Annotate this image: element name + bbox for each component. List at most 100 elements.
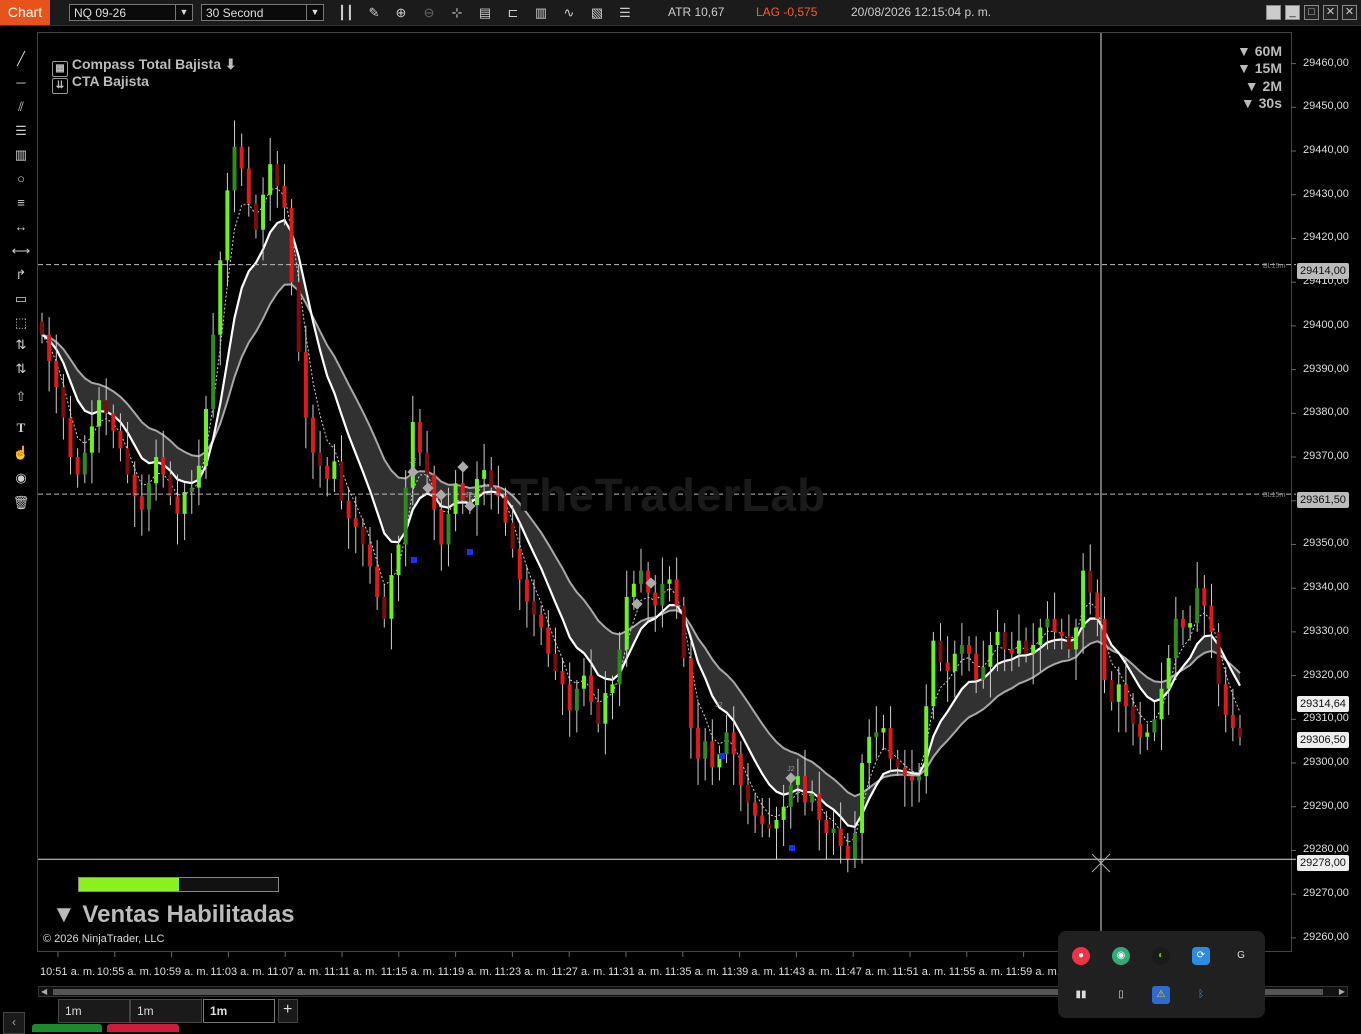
candle-body [253, 203, 258, 230]
y-tick-label: 29460,00 [1303, 56, 1349, 69]
diamond-marker [457, 461, 469, 473]
candle-body [1045, 618, 1050, 628]
sell-button[interactable] [107, 1024, 179, 1032]
candle-body [610, 684, 615, 694]
watermark: TheTraderLab [510, 469, 827, 521]
candle-body [496, 487, 501, 497]
indicator-name: Compass Total Bajista ⬇ [71, 56, 237, 72]
x-tick-label: 10:59 a. m. [153, 966, 209, 978]
candle-body [852, 832, 857, 860]
candle-body [154, 457, 159, 484]
usb-drive-icon[interactable]: ▯ [1112, 986, 1130, 1004]
candle-body [560, 671, 565, 685]
candle-body [1202, 588, 1207, 606]
candle-body [838, 828, 843, 847]
x-tick-label: 11:23 a. m. [494, 966, 549, 978]
candle-body [1216, 631, 1221, 685]
x-tick-label: 11:03 a. m. [210, 966, 265, 978]
candle-body [303, 352, 308, 418]
candle-body [810, 793, 815, 803]
scroll-left-icon[interactable]: ◀ [41, 987, 47, 996]
app-icon-red[interactable]: ● [1072, 947, 1090, 965]
candle-body [417, 422, 422, 453]
collapse-panel-icon[interactable]: ‹ [3, 1012, 25, 1034]
candle-body [1081, 570, 1086, 628]
audio-icon[interactable]: ▮▮ [1072, 986, 1090, 1004]
timeframe-15m: ▼ 15M [1237, 60, 1282, 76]
candle-body [1238, 728, 1242, 737]
bl-tag-upper: BL15m [1263, 263, 1286, 270]
candle-body [289, 207, 294, 283]
tab-1m-active[interactable]: 1m [203, 999, 275, 1023]
candle-body [881, 728, 886, 733]
scroll-right-icon[interactable]: ▶ [1339, 987, 1345, 996]
candle-body [446, 513, 451, 545]
slow-ma-line [41, 283, 1241, 798]
candle-body [439, 509, 444, 545]
chrome-icon[interactable]: ◉ [1112, 947, 1130, 965]
candle-body [845, 846, 850, 860]
y-tick-label: 29270,00 [1303, 887, 1349, 900]
logitech-icon[interactable]: G [1232, 947, 1250, 965]
candle-body [639, 570, 643, 584]
bluetooth-icon[interactable]: ᛒ [1192, 986, 1210, 1004]
candle-body [346, 500, 351, 519]
x-tick-label: 11:59 a. m. [1005, 966, 1060, 978]
candle-body [403, 487, 408, 545]
candle-body [40, 321, 44, 335]
candle-body [660, 583, 665, 606]
candle-body [788, 784, 793, 807]
candle-body [952, 653, 957, 672]
candle-body [731, 732, 736, 755]
candle-body [874, 732, 879, 737]
candle-body [1073, 627, 1078, 650]
candle-body [1016, 640, 1021, 654]
candle-body [1173, 618, 1178, 659]
candle-body [325, 465, 330, 479]
candle-body [1188, 623, 1193, 628]
candle-body [1109, 679, 1114, 702]
indicator-label-cta: ⇊ CTA Bajista [52, 73, 149, 94]
candle-body [1116, 684, 1121, 702]
candle-body [553, 653, 558, 672]
candle-body [68, 417, 73, 458]
candle-body [139, 496, 144, 510]
candle-body [1131, 706, 1136, 724]
y-tick-label: 29450,00 [1303, 100, 1349, 113]
candle-body [61, 387, 66, 418]
tab-1m-a[interactable]: 1m [58, 999, 130, 1023]
timeframe-30s: ▼ 30s [1240, 95, 1282, 111]
candle-body [146, 483, 151, 510]
copyright: © 2026 NinjaTrader, LLC [43, 933, 165, 945]
candle-body [524, 579, 529, 602]
y-tick-label: 29440,00 [1303, 144, 1349, 157]
candle-body [546, 627, 551, 654]
candle-body [1166, 658, 1171, 689]
nvidia-icon[interactable]: ◐ [1152, 947, 1170, 965]
candle-body [967, 645, 972, 654]
x-tick-label: 11:15 a. m. [380, 966, 436, 978]
x-tick-label: 11:27 a. m. [551, 966, 606, 978]
add-tab-button[interactable]: + [278, 999, 298, 1023]
tab-1m-b[interactable]: 1m [130, 999, 202, 1023]
candle-body [738, 754, 743, 785]
sync-icon[interactable]: ⟳ [1192, 947, 1210, 965]
candle-body [1223, 684, 1228, 715]
candle-body [1002, 631, 1007, 650]
buy-button[interactable] [32, 1024, 102, 1032]
candle-body [981, 666, 986, 680]
y-tick-label: 29370,00 [1303, 450, 1349, 463]
x-tick-label: 11:11 a. m. [324, 966, 378, 978]
signal-dot [411, 557, 417, 563]
candle-body [1123, 684, 1128, 707]
candle-body [924, 706, 929, 777]
candle-body [510, 522, 515, 549]
x-tick-label: 11:19 a. m. [437, 966, 492, 978]
candle-body [482, 470, 487, 479]
candle-body [425, 452, 430, 475]
security-warning-icon[interactable]: ⚠ [1152, 986, 1170, 1004]
candle-body [1024, 640, 1029, 654]
x-tick-label: 11:35 a. m. [664, 966, 720, 978]
candle-body [275, 164, 280, 186]
candle-body [1066, 636, 1071, 650]
